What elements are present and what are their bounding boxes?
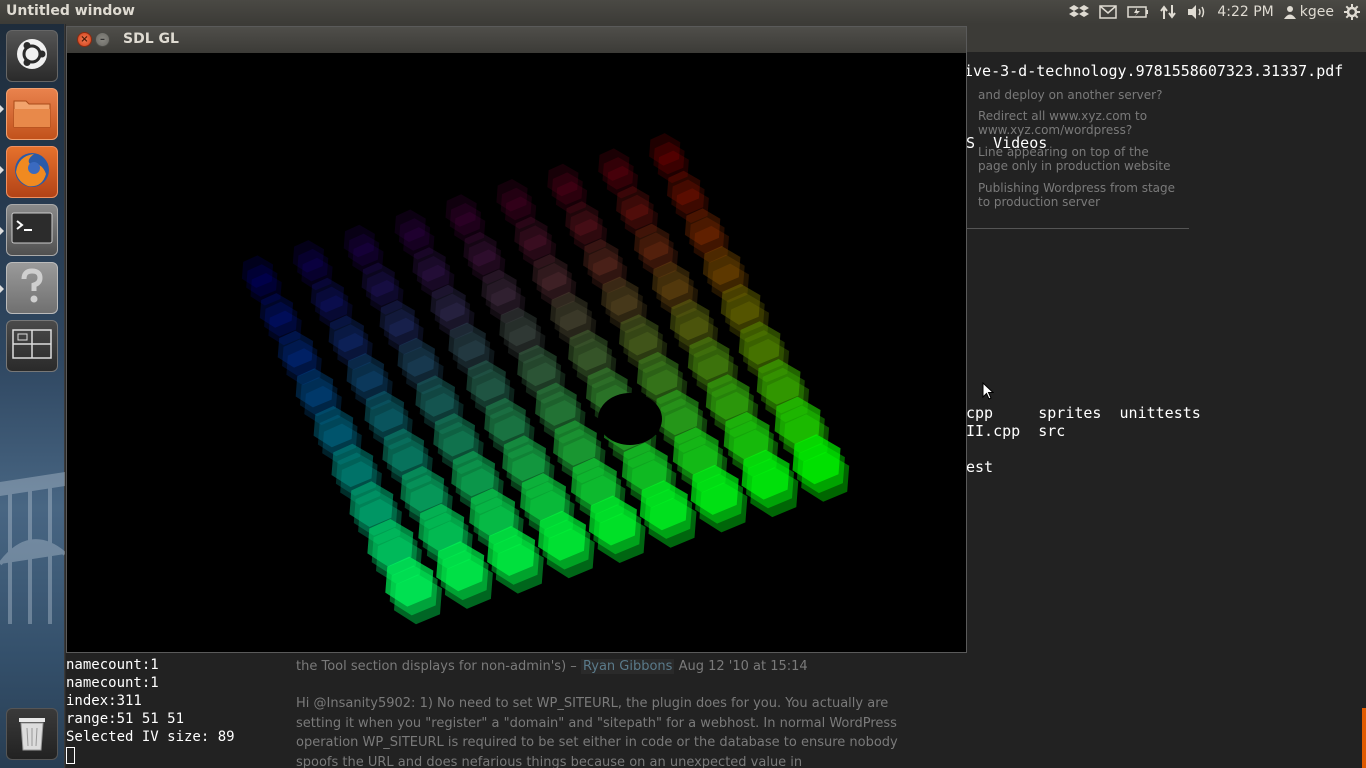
firefox-icon: [12, 150, 52, 194]
terminal-line: index:311: [66, 693, 142, 709]
running-indicator: [0, 166, 4, 174]
terminal-output: namecount:1 namecount:1 index:311 range:…: [66, 656, 235, 764]
folder-icon: [12, 95, 52, 133]
clock[interactable]: 4:22 PM: [1217, 4, 1273, 20]
unity-launcher: [0, 24, 67, 768]
terminal-cursor: [66, 747, 75, 764]
terminal-icon: [11, 212, 53, 248]
minimize-icon: –: [100, 33, 105, 45]
comment-date: Aug 12 '10 at 15:14: [678, 659, 808, 674]
running-indicator: [0, 105, 4, 113]
cube-cloud-render: [241, 133, 850, 625]
terminal-line: namecount:1: [66, 657, 159, 673]
gear-icon[interactable]: [1344, 4, 1360, 20]
bridge-wallpaper: [0, 444, 67, 624]
sdl-window-titlebar[interactable]: × – SDL GL: [67, 27, 966, 53]
active-window-title: Untitled window: [6, 3, 135, 19]
comment-text: the Tool section displays for non-admin'…: [296, 659, 896, 674]
trash-icon: [15, 712, 49, 756]
help-icon: [14, 267, 50, 309]
window-title: SDL GL: [123, 31, 179, 47]
terminal-tab-title: ive-3-d-technology.9781558607323.31337.p…: [964, 62, 1344, 80]
running-indicator: [0, 227, 4, 235]
dropbox-icon[interactable]: [1069, 4, 1090, 20]
network-icon[interactable]: [1159, 4, 1177, 20]
indicator-area: 4:22 PM kgee: [1069, 0, 1360, 24]
workspace-switcher-button[interactable]: [6, 320, 58, 372]
firefox-launcher-button[interactable]: [6, 146, 58, 198]
terminal-line: namecount:1: [66, 675, 159, 691]
related-link[interactable]: Redirect all www.xyz.com to www.xyz.com/…: [978, 109, 1178, 137]
trash-launcher-button[interactable]: [6, 708, 58, 760]
cube-gap: [598, 393, 662, 445]
terminal-line: range:51 51 51: [66, 711, 185, 727]
terminal-dir-list: S Videos: [966, 134, 1048, 152]
running-indicator: [0, 285, 4, 293]
scroll-indicator: [1362, 708, 1366, 768]
ubuntu-logo-icon: [15, 37, 49, 75]
ubuntu-home-button[interactable]: [6, 30, 58, 82]
mail-icon[interactable]: [1099, 5, 1118, 19]
close-icon: ×: [80, 33, 89, 45]
help-launcher-button[interactable]: [6, 262, 58, 314]
battery-icon[interactable]: [1127, 6, 1149, 18]
user-name: kgee: [1299, 4, 1334, 20]
comment-user[interactable]: Ryan Gibbons: [580, 659, 675, 674]
sdl-gl-window[interactable]: × – SDL GL: [66, 26, 967, 653]
terminal-ls-line: cpp sprites unittests: [966, 404, 1201, 422]
answer-text: Hi @Insanity5902: 1) No need to set WP_S…: [296, 696, 898, 768]
files-launcher-button[interactable]: [6, 88, 58, 140]
user-menu[interactable]: kgee: [1283, 4, 1334, 20]
terminal-ls-line: est: [966, 458, 994, 476]
top-panel: Untitled window 4:22 PM kgee: [0, 0, 1366, 24]
user-icon: [1283, 5, 1296, 19]
terminal-line: Selected IV size: 89: [66, 729, 235, 745]
related-link[interactable]: and deploy on another server?: [978, 88, 1178, 102]
workspace-switcher-icon: [12, 329, 52, 363]
minimize-button[interactable]: –: [95, 32, 110, 47]
cursor-pointer-icon: [982, 381, 995, 404]
volume-icon[interactable]: [1187, 4, 1207, 20]
terminal-ls-line: II.cpp src: [966, 422, 1066, 440]
gl-canvas[interactable]: [67, 53, 966, 652]
close-button[interactable]: ×: [77, 32, 92, 47]
related-link[interactable]: Publishing Wordpress from stage to produ…: [978, 181, 1178, 209]
divider: [967, 228, 1189, 229]
terminal-launcher-button[interactable]: [6, 204, 58, 256]
comment-tail: the Tool section displays for non-admin'…: [296, 659, 577, 674]
